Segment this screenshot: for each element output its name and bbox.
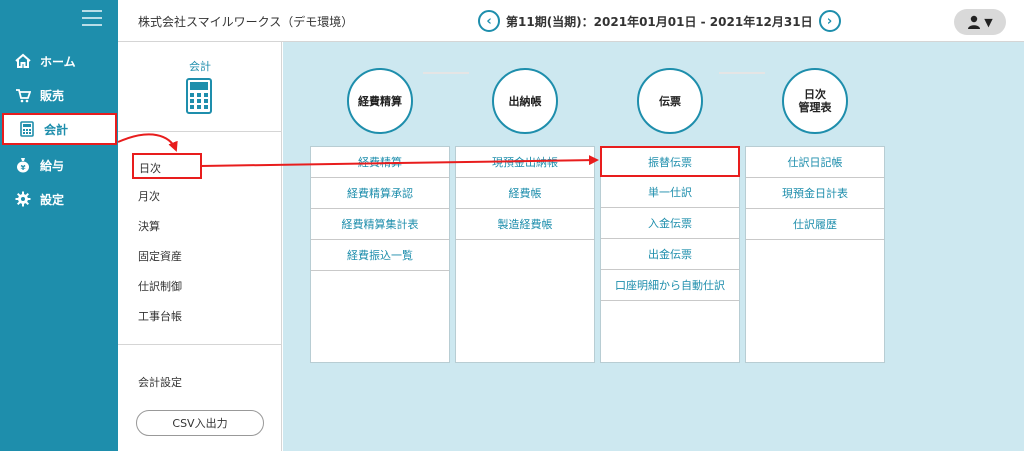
next-period-button[interactable]: › xyxy=(818,10,841,32)
nav-item-payroll-label: 給与 xyxy=(40,158,65,173)
money-bag-icon: ¥ xyxy=(14,156,32,174)
group-title: 伝票 xyxy=(637,68,703,134)
home-icon xyxy=(14,52,32,70)
submenu-item-closing[interactable]: 決算 xyxy=(138,218,160,234)
chevron-left-icon: ‹ xyxy=(486,13,492,29)
calculator-icon xyxy=(18,120,36,138)
submenu-item-daily[interactable]: 日次 xyxy=(132,153,202,179)
submenu-panel: 会計 日次 月次 決算 固定資産 仕訳制御 工事台帳 会計設定 CSV入出力 xyxy=(118,42,282,451)
menu-panel: 振替伝票 単一仕訳 入金伝票 出金伝票 口座明細から自動仕訳 xyxy=(600,146,740,363)
menu-item-journal-diary[interactable]: 仕訳日記帳 xyxy=(746,147,884,178)
nav-item-home-label: ホーム xyxy=(40,54,76,69)
menu-item-transfer-slip[interactable]: 振替伝票 xyxy=(600,146,740,177)
group-title-label: 経費精算 xyxy=(358,94,402,108)
group-title-line2: 管理表 xyxy=(798,101,832,114)
group-title: 経費精算 xyxy=(347,68,413,134)
submenu-title: 会計 xyxy=(189,60,211,73)
nav-item-home[interactable]: ホーム xyxy=(0,46,118,76)
menu-item-expense-book[interactable]: 経費帳 xyxy=(456,178,594,209)
divider xyxy=(719,72,765,74)
group-title: 出納帳 xyxy=(492,68,558,134)
menu-panel: 経費精算 経費精算承認 経費精算集計表 経費振込一覧 xyxy=(310,146,450,363)
sidebar: ホーム 販売 会計 ¥ 給与 設定 xyxy=(0,0,118,451)
nav-item-sales-label: 販売 xyxy=(40,88,65,103)
svg-text:¥: ¥ xyxy=(21,164,26,172)
cart-icon xyxy=(14,86,32,104)
chevron-right-icon: › xyxy=(826,13,833,29)
submenu-item-accounting-settings[interactable]: 会計設定 xyxy=(138,374,182,390)
submenu-item-monthly[interactable]: 月次 xyxy=(138,188,160,204)
menu-item-single-journal[interactable]: 単一仕訳 xyxy=(601,177,739,208)
user-menu-button[interactable]: ▼ xyxy=(954,9,1006,35)
prev-period-button[interactable]: ‹ xyxy=(478,10,500,32)
menu-item-expense[interactable]: 経費精算 xyxy=(311,147,449,178)
submenu-item-construction-ledger[interactable]: 工事台帳 xyxy=(138,308,182,324)
group-title-label: 日次 管理表 xyxy=(799,88,832,114)
menu-item-payment-slip[interactable]: 出金伝票 xyxy=(601,239,739,270)
header: 株式会社スマイルワークス（デモ環境） ‹ 第11期(当期)：2021年01月01… xyxy=(118,0,1024,42)
company-name: 株式会社スマイルワークス（デモ環境） xyxy=(138,15,354,29)
nav-item-sales[interactable]: 販売 xyxy=(0,80,118,110)
menu-item-journal-history[interactable]: 仕訳履歴 xyxy=(746,209,884,240)
divider xyxy=(118,344,282,345)
fiscal-period: ‹ 第11期(当期)：2021年01月01日 - 2021年12月31日 › xyxy=(478,10,841,32)
menu-panel: 仕訳日記帳 現預金日計表 仕訳履歴 xyxy=(745,146,885,363)
menu-item-auto-journal-from-statement[interactable]: 口座明細から自動仕訳 xyxy=(601,270,739,301)
user-icon xyxy=(968,15,981,29)
nav-item-settings-label: 設定 xyxy=(40,192,65,207)
divider xyxy=(423,72,469,74)
submenu-item-journal-control[interactable]: 仕訳制御 xyxy=(138,278,182,294)
divider xyxy=(118,131,282,132)
nav-item-payroll[interactable]: ¥ 給与 xyxy=(0,150,118,180)
nav-item-accounting[interactable]: 会計 xyxy=(2,113,117,145)
menu-item-expense-summary[interactable]: 経費精算集計表 xyxy=(311,209,449,240)
calculator-icon xyxy=(186,78,212,117)
csv-import-export-button[interactable]: CSV入出力 xyxy=(136,410,264,436)
chevron-down-icon: ▼ xyxy=(984,15,993,29)
fiscal-period-text: 第11期(当期)：2021年01月01日 - 2021年12月31日 xyxy=(506,14,813,29)
group-title-line1: 日次 xyxy=(804,88,826,101)
menu-item-deposit-slip[interactable]: 入金伝票 xyxy=(601,208,739,239)
gear-icon xyxy=(14,190,32,208)
group-title-label: 出納帳 xyxy=(508,94,542,108)
nav-item-settings[interactable]: 設定 xyxy=(0,184,118,214)
main-content: 経費精算 経費精算 経費精算承認 経費精算集計表 経費振込一覧 出納帳 現預金出… xyxy=(283,42,1024,451)
menu-panel: 現預金出納帳 経費帳 製造経費帳 xyxy=(455,146,595,363)
hamburger-menu-icon[interactable] xyxy=(82,10,102,26)
menu-item-expense-transfer-list[interactable]: 経費振込一覧 xyxy=(311,240,449,271)
submenu-item-fixed-assets[interactable]: 固定資産 xyxy=(138,248,182,264)
menu-item-cash-daily-report[interactable]: 現預金日計表 xyxy=(746,178,884,209)
nav-item-accounting-label: 会計 xyxy=(44,122,69,137)
menu-item-expense-approval[interactable]: 経費精算承認 xyxy=(311,178,449,209)
group-title: 日次 管理表 xyxy=(782,68,848,134)
menu-item-cash-deposit-book[interactable]: 現預金出納帳 xyxy=(456,147,594,178)
group-title-label: 伝票 xyxy=(659,94,681,108)
menu-item-manufacturing-expense-book[interactable]: 製造経費帳 xyxy=(456,209,594,240)
